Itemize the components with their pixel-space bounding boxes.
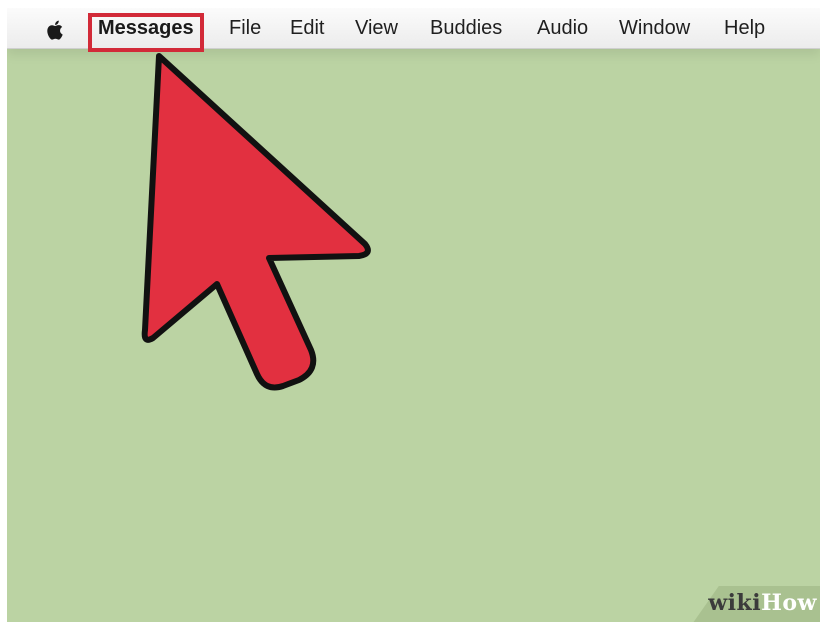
menu-window[interactable]: Window bbox=[619, 8, 690, 48]
wikihow-watermark: wikiHow bbox=[660, 586, 820, 622]
menu-buddies[interactable]: Buddies bbox=[430, 8, 502, 48]
menu-view[interactable]: View bbox=[355, 8, 398, 48]
screen: Messages File Edit View Buddies Audio Wi… bbox=[7, 8, 820, 622]
menu-bar: Messages File Edit View Buddies Audio Wi… bbox=[7, 8, 820, 49]
menu-audio[interactable]: Audio bbox=[537, 8, 588, 48]
menu-help[interactable]: Help bbox=[724, 8, 765, 48]
menu-file[interactable]: File bbox=[229, 8, 261, 48]
menu-edit[interactable]: Edit bbox=[290, 8, 324, 48]
watermark-wiki: wiki bbox=[708, 590, 762, 616]
watermark-how: How bbox=[761, 590, 817, 616]
pointer-arrow-icon bbox=[141, 53, 371, 391]
menu-messages[interactable]: Messages bbox=[98, 8, 194, 48]
apple-logo-icon[interactable] bbox=[46, 20, 63, 40]
